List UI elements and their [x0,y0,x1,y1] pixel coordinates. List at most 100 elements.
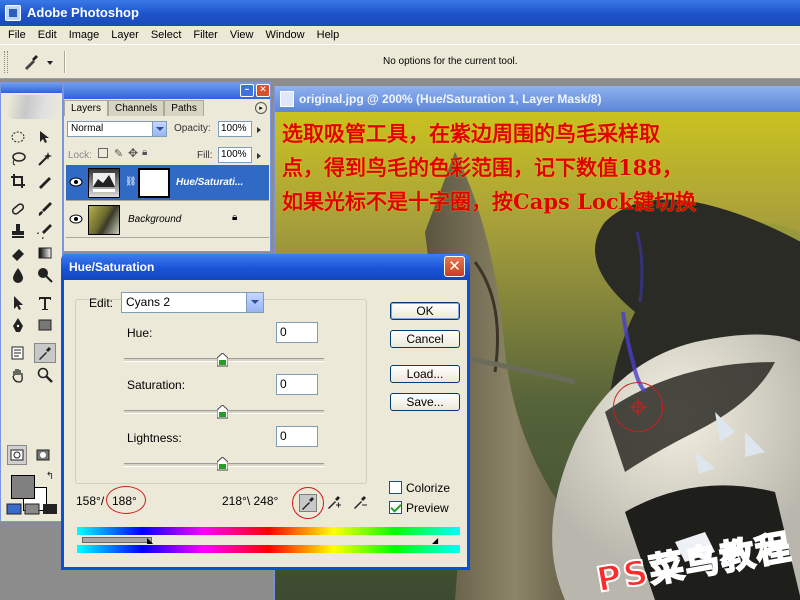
photoshop-app-icon [5,5,21,21]
magic-wand-icon[interactable] [34,149,56,169]
toolbox-header[interactable] [1,83,62,93]
layer-row-background[interactable]: Background 🔒︎ [66,202,269,238]
pen-tool-icon[interactable] [7,315,29,335]
add-to-sample-icon[interactable] [326,494,344,512]
hue-slider-thumb[interactable] [217,353,228,367]
brush-tool-icon[interactable] [34,199,56,219]
opacity-label: Opacity: [174,123,211,134]
hue-input[interactable]: 0 [276,322,318,343]
palette-minimize-button[interactable]: – [240,84,254,97]
range-left-value: 158°/ [76,494,105,508]
options-bar-grip[interactable] [4,51,8,73]
document-title: original.jpg @ 200% (Hue/Saturation 1, L… [299,92,602,106]
swap-colors-icon[interactable]: ↰ [43,469,57,483]
dialog-titlebar[interactable]: Hue/Saturation ✕ [61,254,470,280]
load-button[interactable]: Load... [390,365,460,383]
output-color-ramp [77,545,460,553]
menu-help[interactable]: Help [311,29,346,41]
standard-mode-icon[interactable] [7,445,27,465]
tab-layers[interactable]: Layers [64,100,109,116]
range-selection[interactable] [82,537,152,543]
marquee-tool-icon[interactable] [7,127,29,147]
stamp-tool-icon[interactable] [7,221,29,241]
tool-preset-picker[interactable] [16,51,58,73]
hand-tool-icon[interactable] [7,365,29,385]
range-handle-right-icon[interactable]: ◢ [432,536,438,545]
tab-paths[interactable]: Paths [164,100,204,116]
lock-move-icon[interactable]: ✥ [128,146,138,160]
palette-close-button[interactable]: ✕ [256,84,270,97]
colorize-label: Colorize [406,481,451,495]
crop-tool-icon[interactable] [7,171,29,191]
eyedropper-icon[interactable] [299,494,317,512]
screen-mode-standard-icon[interactable] [5,473,19,493]
menu-layer[interactable]: Layer [105,29,145,41]
fullscreen-menu-icon[interactable] [23,499,41,519]
tab-channels[interactable]: Channels [108,100,165,116]
lock-all-icon[interactable]: 🔒︎ [142,147,147,158]
preview-label: Preview [406,501,449,515]
menu-select[interactable]: Select [145,29,188,41]
fill-field[interactable]: 100% [218,147,252,163]
colorize-checkbox[interactable] [389,481,402,494]
blend-mode-select[interactable]: Normal [67,121,167,137]
menu-image[interactable]: Image [63,29,106,41]
lock-paint-icon[interactable]: ✎ [114,147,123,160]
range-slider-bar[interactable]: ◣ ◢ [77,536,460,545]
palette-menu-icon[interactable]: ▸ [255,102,267,114]
eye-icon[interactable] [69,213,83,225]
background-layer-thumb [88,205,120,235]
opacity-arrow-icon[interactable] [256,122,265,136]
screen-mode-icon[interactable] [5,499,23,519]
menu-window[interactable]: Window [260,29,311,41]
saturation-input[interactable]: 0 [276,374,318,395]
subtract-from-sample-icon[interactable] [352,494,370,512]
save-button[interactable]: Save... [390,393,460,411]
lock-transparency-icon[interactable] [98,148,108,158]
saturation-slider-thumb[interactable] [217,405,228,419]
annotation-line-3: 如果光标不是十字圈，按Caps Lock键切换 [282,189,697,214]
menu-file[interactable]: File [2,29,32,41]
gradient-tool-icon[interactable] [34,243,56,263]
type-tool-icon[interactable] [34,293,56,313]
cancel-button[interactable]: Cancel [390,330,460,348]
menu-edit[interactable]: Edit [32,29,63,41]
slice-tool-icon[interactable] [34,171,56,191]
menu-view[interactable]: View [224,29,260,41]
eraser-tool-icon[interactable] [7,243,29,263]
dialog-close-button[interactable]: ✕ [444,256,465,277]
healing-brush-icon[interactable] [7,199,29,219]
preview-checkbox[interactable] [389,501,402,514]
quick-mask-icon[interactable] [33,445,53,465]
history-brush-icon[interactable] [34,221,56,241]
menu-filter[interactable]: Filter [187,29,223,41]
hue-saturation-dialog: Hue/Saturation ✕ Edit: Cyans 2 Hue: 0 Sa… [61,254,470,570]
edit-range-select[interactable]: Cyans 2 [121,292,264,313]
layer-row-hue-saturation[interactable]: ⛓︎ Hue/Saturati... [66,165,269,201]
move-tool-icon[interactable] [34,127,56,147]
dialog-title: Hue/Saturation [69,260,155,274]
notes-tool-icon[interactable] [7,343,29,363]
lock-icon: 🔒︎ [232,212,238,223]
dodge-tool-icon[interactable] [34,265,56,285]
eyedropper-tool-icon[interactable] [34,343,56,363]
fill-arrow-icon[interactable] [256,148,265,162]
range-handle-icon[interactable]: ◣ [147,536,153,545]
layers-palette: – ✕ Layers Channels Paths ▸ Normal Opaci… [63,82,271,252]
rectangle-tool-icon[interactable] [34,315,56,335]
layer-mask-thumb[interactable] [138,168,170,198]
fullscreen-icon[interactable] [41,499,59,519]
chevron-down-icon [246,293,263,312]
lasso-tool-icon[interactable] [7,149,29,169]
opacity-field[interactable]: 100% [218,121,252,137]
path-selection-icon[interactable] [7,293,29,313]
zoom-tool-icon[interactable] [34,365,56,385]
ok-button[interactable]: OK [390,302,460,320]
eye-icon[interactable] [69,176,83,188]
document-titlebar[interactable]: original.jpg @ 200% (Hue/Saturation 1, L… [275,86,800,112]
lightness-slider-thumb[interactable] [217,457,228,471]
edit-range-value: Cyans 2 [126,295,171,309]
lightness-input[interactable]: 0 [276,426,318,447]
palette-header[interactable]: – ✕ [64,83,270,99]
blur-tool-icon[interactable] [7,265,29,285]
